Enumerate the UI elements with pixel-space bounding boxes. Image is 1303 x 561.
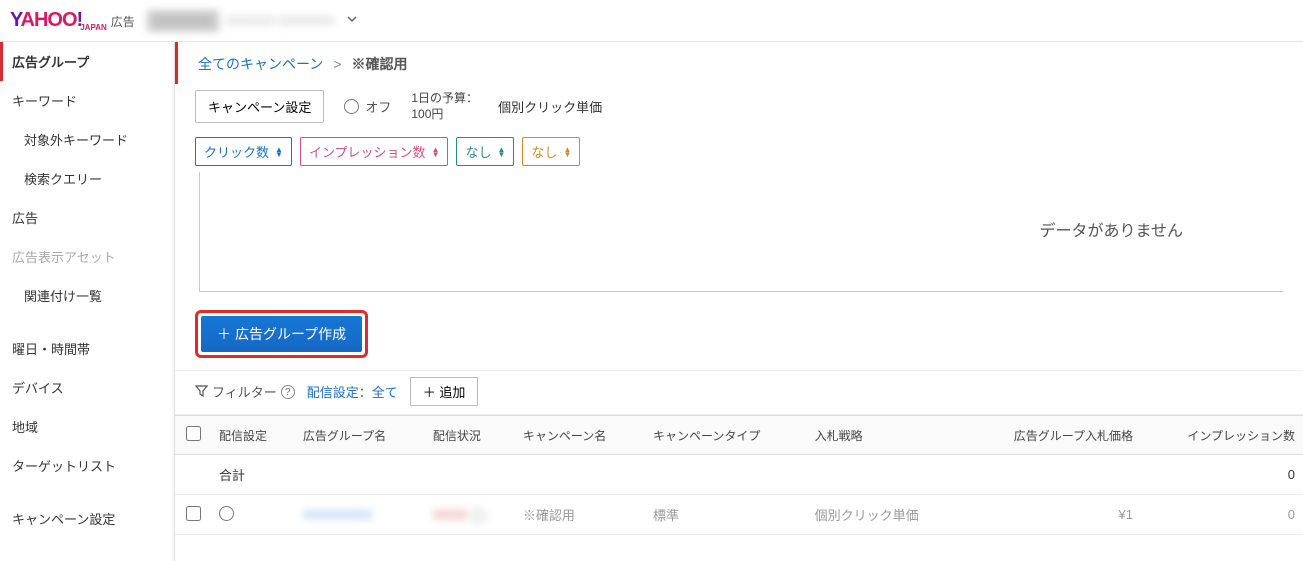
adgroup-table: 配信設定広告グループ名配信状況キャンペーン名キャンペーンタイプ入札戦略広告グルー… bbox=[175, 415, 1303, 535]
col-header-7[interactable]: インプレッション数 bbox=[1141, 416, 1303, 455]
chart-area: データがありません bbox=[199, 172, 1283, 292]
col-header-6[interactable]: 広告グループ入札価格 bbox=[964, 416, 1141, 455]
sidebar-item-6[interactable]: 関連付け一覧 bbox=[0, 276, 174, 315]
row-campaign-name: ※確認用 bbox=[515, 495, 645, 535]
row-adgroup-name[interactable]: XXXXXXXX bbox=[295, 495, 425, 535]
main-content: 全てのキャンペーン > ※確認用 キャンペーン設定 オフ 1日の予算： 100円… bbox=[175, 42, 1303, 561]
col-header-5[interactable]: 入札戦略 bbox=[807, 416, 964, 455]
logo-suffix: 広告 bbox=[111, 13, 135, 30]
status-off-icon bbox=[344, 99, 359, 114]
daily-budget: 1日の予算： 100円 bbox=[411, 91, 478, 122]
app-header: YAHOO! JAPAN 広告 XXXXXXX XXXXXX XXXXXXX bbox=[0, 0, 1303, 42]
metric-selector-row: クリック数▲▼インプレッション数▲▼なし▲▼なし▲▼ bbox=[175, 137, 1303, 172]
table-row[interactable]: XXXXXXXX XXXXi ※確認用 標準 個別クリック単価 ¥1 0 bbox=[175, 495, 1303, 535]
info-icon[interactable]: i bbox=[472, 509, 486, 523]
sidebar-item-10[interactable]: ターゲットリスト bbox=[0, 446, 174, 485]
create-adgroup-highlight: ＋ 広告グループ作成 bbox=[195, 310, 368, 358]
sidebar-item-1[interactable]: キーワード bbox=[0, 81, 174, 120]
table-total-row: 合計 0 bbox=[175, 455, 1303, 495]
bid-type: 個別クリック単価 bbox=[498, 97, 602, 116]
chevron-down-icon[interactable] bbox=[346, 13, 358, 28]
sidebar: 広告グループキーワード対象外キーワード検索クエリー広告広告表示アセット関連付け一… bbox=[0, 42, 175, 561]
create-adgroup-label: 広告グループ作成 bbox=[235, 324, 346, 344]
row-campaign-type: 標準 bbox=[645, 495, 807, 535]
metric-selector-0[interactable]: クリック数▲▼ bbox=[195, 137, 292, 166]
chart-empty-message: データがありません bbox=[1039, 217, 1183, 241]
plus-icon: ＋ bbox=[423, 385, 440, 400]
sidebar-item-11[interactable]: キャンペーン設定 bbox=[0, 499, 174, 538]
col-header-0[interactable]: 配信設定 bbox=[211, 416, 295, 455]
account-chip[interactable]: XXXXXXX bbox=[147, 10, 219, 32]
total-impressions: 0 bbox=[1141, 455, 1303, 495]
metric-selector-1[interactable]: インプレッション数▲▼ bbox=[300, 137, 449, 166]
sort-icon: ▲▼ bbox=[498, 147, 506, 157]
account-detail: XXXXXX XXXXXXX bbox=[227, 14, 334, 28]
filter-bar: フィルター ? 配信設定：全て ＋ 追加 bbox=[175, 370, 1303, 415]
delivery-setting-filter[interactable]: 配信設定：全て bbox=[307, 382, 398, 401]
add-filter-button[interactable]: ＋ 追加 bbox=[410, 377, 479, 406]
metric-selector-2[interactable]: なし▲▼ bbox=[456, 137, 514, 166]
sidebar-item-9[interactable]: 地域 bbox=[0, 407, 174, 446]
yahoo-logo: YAHOO! JAPAN 広告 bbox=[10, 9, 135, 32]
sidebar-item-2[interactable]: 対象外キーワード bbox=[0, 120, 174, 159]
sort-icon: ▲▼ bbox=[563, 147, 571, 157]
col-header-1[interactable]: 広告グループ名 bbox=[295, 416, 425, 455]
chevron-right-icon: > bbox=[333, 56, 341, 72]
sidebar-item-0[interactable]: 広告グループ bbox=[0, 42, 174, 81]
sidebar-item-4[interactable]: 広告 bbox=[0, 198, 174, 237]
sidebar-item-8[interactable]: デバイス bbox=[0, 368, 174, 407]
col-header-4[interactable]: キャンペーンタイプ bbox=[645, 416, 807, 455]
status-text: オフ bbox=[365, 97, 391, 116]
row-bid-strategy: 個別クリック単価 bbox=[807, 495, 964, 535]
row-delivery-status[interactable] bbox=[211, 495, 295, 535]
breadcrumb-current: ※確認用 bbox=[352, 54, 408, 74]
row-impressions: 0 bbox=[1141, 495, 1303, 535]
create-adgroup-button[interactable]: ＋ 広告グループ作成 bbox=[201, 316, 362, 352]
row-delivery-state: XXXXi bbox=[425, 495, 515, 535]
campaign-summary-bar: キャンペーン設定 オフ 1日の予算： 100円 個別クリック単価 bbox=[175, 84, 1303, 137]
sort-icon: ▲▼ bbox=[432, 147, 440, 157]
campaign-status[interactable]: オフ bbox=[344, 97, 391, 116]
plus-icon: ＋ bbox=[217, 324, 231, 344]
filter-control[interactable]: フィルター ? bbox=[195, 382, 295, 401]
col-header-3[interactable]: キャンペーン名 bbox=[515, 416, 645, 455]
total-label: 合計 bbox=[211, 455, 295, 495]
status-circle-icon bbox=[219, 506, 234, 521]
row-bid-price: ¥1 bbox=[964, 495, 1141, 535]
col-header-2[interactable]: 配信状況 bbox=[425, 416, 515, 455]
campaign-settings-button[interactable]: キャンペーン設定 bbox=[195, 90, 324, 123]
select-all-checkbox[interactable] bbox=[186, 426, 201, 441]
metric-selector-3[interactable]: なし▲▼ bbox=[522, 137, 580, 166]
filter-icon bbox=[195, 384, 208, 400]
breadcrumb-all-campaigns[interactable]: 全てのキャンペーン bbox=[198, 54, 323, 74]
sort-icon: ▲▼ bbox=[275, 147, 283, 157]
help-icon[interactable]: ? bbox=[281, 385, 295, 399]
sidebar-item-5: 広告表示アセット bbox=[0, 237, 174, 276]
sidebar-item-7[interactable]: 曜日・時間帯 bbox=[0, 329, 174, 368]
sidebar-item-3[interactable]: 検索クエリー bbox=[0, 159, 174, 198]
breadcrumb: 全てのキャンペーン > ※確認用 bbox=[175, 42, 1303, 84]
row-checkbox[interactable] bbox=[186, 506, 201, 521]
